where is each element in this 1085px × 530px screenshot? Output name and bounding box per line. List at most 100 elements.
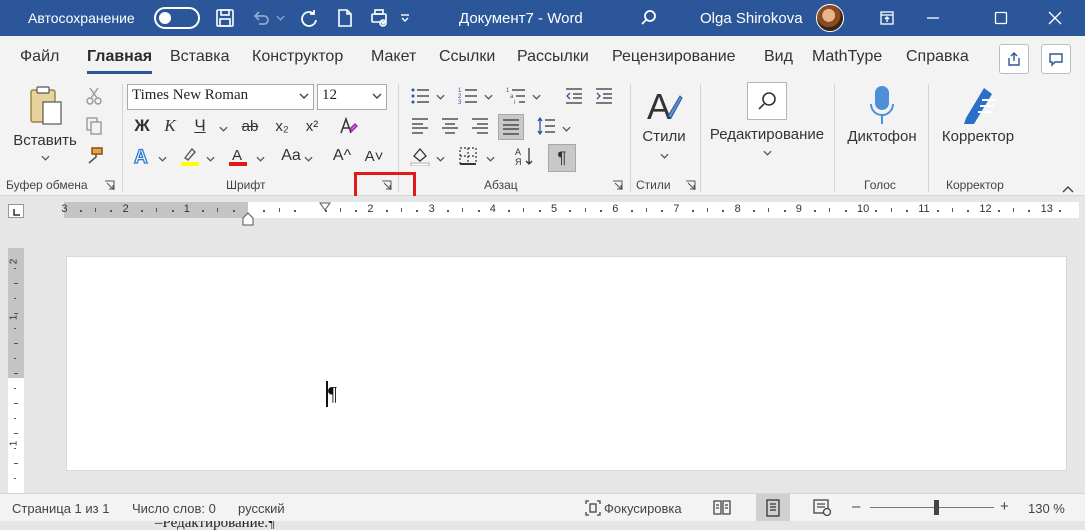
strikethrough-button[interactable]: ab xyxy=(238,114,262,138)
bold-button[interactable]: Ж xyxy=(130,114,154,138)
bullets-icon[interactable] xyxy=(408,84,432,108)
subscript-button[interactable]: x₂ xyxy=(270,114,294,138)
left-indent-marker[interactable] xyxy=(242,212,254,229)
focus-button[interactable]: Фокусировка xyxy=(604,501,682,516)
save-icon[interactable] xyxy=(208,0,242,36)
undo-icon[interactable] xyxy=(244,0,278,36)
italic-button[interactable]: К xyxy=(158,114,182,138)
tab-layout[interactable]: Макет xyxy=(371,48,416,66)
clipboard-launcher-icon[interactable] xyxy=(104,180,115,191)
line-spacing-icon[interactable] xyxy=(534,114,558,138)
tab-view[interactable]: Вид xyxy=(764,48,793,66)
styles-button[interactable]: A Стили xyxy=(638,86,690,159)
borders-icon[interactable] xyxy=(456,144,480,168)
avatar[interactable] xyxy=(816,4,844,32)
underline-dropdown-icon[interactable] xyxy=(219,126,228,132)
word-count[interactable]: Число слов: 0 xyxy=(132,501,216,516)
text-effects-icon[interactable]: A xyxy=(130,144,154,168)
clear-formatting-icon[interactable] xyxy=(336,114,360,138)
font-color-icon[interactable]: A xyxy=(226,144,250,168)
bullets-dropdown-icon[interactable] xyxy=(436,94,445,100)
font-size-dropdown[interactable]: 12 xyxy=(317,84,387,110)
zoom-slider[interactable] xyxy=(870,507,994,508)
shrink-font-button[interactable]: A˅ xyxy=(362,144,386,168)
read-mode-icon[interactable] xyxy=(712,498,732,519)
tab-references[interactable]: Ссылки xyxy=(439,48,495,66)
grow-font-button[interactable]: A^ xyxy=(330,144,354,168)
first-line-indent-marker[interactable] xyxy=(319,198,331,214)
show-formatting-marks-button[interactable]: ¶ xyxy=(548,144,576,172)
share-button[interactable] xyxy=(999,44,1029,74)
font-name-dropdown[interactable]: Times New Roman xyxy=(127,84,314,110)
zoom-slider-thumb[interactable] xyxy=(934,500,939,515)
tab-mailings[interactable]: Рассылки xyxy=(517,48,589,66)
editing-button[interactable]: Редактирование xyxy=(708,82,826,156)
underline-button[interactable]: Ч xyxy=(188,114,212,138)
line-spacing-dropdown-icon[interactable] xyxy=(562,126,571,132)
corrector-button[interactable]: Корректор xyxy=(936,84,1020,145)
numbering-dropdown-icon[interactable] xyxy=(484,94,493,100)
web-layout-icon[interactable] xyxy=(812,498,832,519)
numbering-icon[interactable]: 123 xyxy=(456,84,480,108)
redo-icon[interactable] xyxy=(292,0,326,36)
ribbon-display-options-icon[interactable] xyxy=(864,0,910,36)
ruler-tick xyxy=(951,208,953,212)
minimize-icon[interactable] xyxy=(910,0,956,36)
font-color-dropdown-icon[interactable] xyxy=(256,156,265,162)
dictate-button[interactable]: Диктофон xyxy=(842,84,922,145)
new-document-icon[interactable] xyxy=(328,0,362,36)
text-effects-dropdown-icon[interactable] xyxy=(158,156,167,162)
sort-icon[interactable]: АЯ xyxy=(512,144,536,168)
horizontal-ruler[interactable]: 3 2 1 2 3 4 5 6 7 8 9 10 11 12 13 xyxy=(61,202,1079,218)
close-icon[interactable] xyxy=(1032,0,1078,36)
print-preview-icon[interactable] xyxy=(362,0,396,36)
page-count[interactable]: Страница 1 из 1 xyxy=(12,501,109,516)
shading-icon[interactable] xyxy=(408,144,432,168)
maximize-icon[interactable] xyxy=(978,0,1024,36)
styles-launcher-icon[interactable] xyxy=(685,180,696,191)
zoom-in-button[interactable]: + xyxy=(1000,498,1009,515)
vertical-ruler[interactable]: 2 1 1 xyxy=(8,248,24,493)
focus-icon[interactable] xyxy=(584,499,602,520)
multilevel-list-icon[interactable]: 1ai xyxy=(504,84,528,108)
change-case-dropdown-icon[interactable] xyxy=(304,156,313,162)
comments-button[interactable] xyxy=(1041,44,1071,74)
paragraph-launcher-icon[interactable] xyxy=(612,180,623,191)
tab-insert[interactable]: Вставка xyxy=(170,48,229,66)
search-icon[interactable] xyxy=(632,0,666,36)
shading-dropdown-icon[interactable] xyxy=(436,156,445,162)
change-case-button[interactable]: Aa xyxy=(276,144,306,168)
multilevel-dropdown-icon[interactable] xyxy=(532,94,541,100)
align-right-icon[interactable] xyxy=(468,114,492,138)
format-painter-icon[interactable] xyxy=(82,144,106,168)
document-page[interactable]: ¶ xyxy=(66,256,1067,471)
tab-review[interactable]: Рецензирование xyxy=(612,48,736,66)
highlight-dropdown-icon[interactable] xyxy=(206,156,215,162)
align-left-icon[interactable] xyxy=(408,114,432,138)
tab-file[interactable]: Файл xyxy=(20,48,59,66)
justify-icon[interactable] xyxy=(498,114,524,140)
superscript-button[interactable]: x² xyxy=(300,114,324,138)
highlight-color-icon[interactable] xyxy=(178,144,202,168)
copy-icon[interactable] xyxy=(82,114,106,138)
cut-icon[interactable] xyxy=(82,84,106,108)
tab-help[interactable]: Справка xyxy=(906,48,969,66)
tab-home[interactable]: Главная xyxy=(87,48,153,74)
borders-dropdown-icon[interactable] xyxy=(486,156,495,162)
customize-toolbar-icon[interactable] xyxy=(400,0,412,36)
user-name[interactable]: Olga Shirokova xyxy=(700,0,803,36)
undo-dropdown-icon[interactable] xyxy=(276,0,288,36)
decrease-indent-icon[interactable] xyxy=(562,84,586,108)
print-layout-icon[interactable] xyxy=(756,494,790,521)
paste-button[interactable]: Вставить xyxy=(12,84,78,161)
tab-mathtype[interactable]: MathType xyxy=(812,48,882,66)
zoom-out-button[interactable]: – xyxy=(852,498,860,515)
language[interactable]: русский xyxy=(238,501,285,516)
collapse-ribbon-icon[interactable] xyxy=(1062,180,1074,196)
tab-design[interactable]: Конструктор xyxy=(252,48,343,66)
autosave-toggle[interactable] xyxy=(154,7,200,29)
increase-indent-icon[interactable] xyxy=(592,84,616,108)
zoom-level[interactable]: 130 % xyxy=(1028,501,1065,516)
tab-selector-icon[interactable] xyxy=(8,204,24,218)
align-center-icon[interactable] xyxy=(438,114,462,138)
